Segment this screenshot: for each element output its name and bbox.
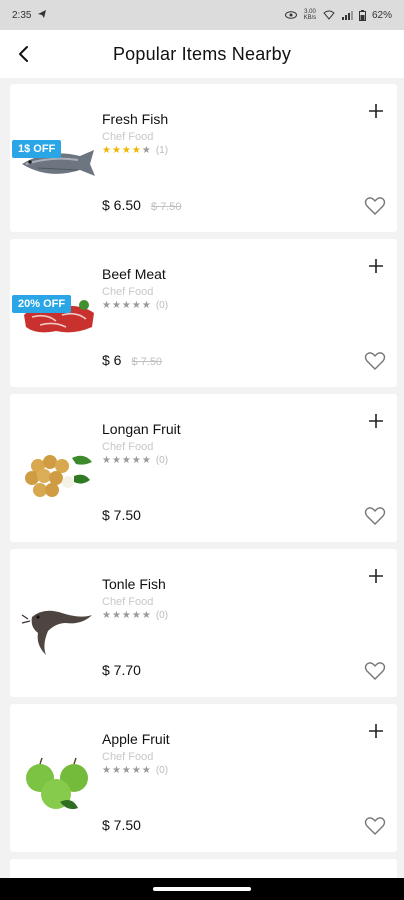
longan-image (18, 436, 98, 508)
status-time: 2:35 (12, 9, 32, 21)
rating-stars: ★★★★★ (102, 610, 152, 621)
heart-icon (364, 352, 386, 370)
heart-icon (364, 662, 386, 680)
old-price: $ 7.50 (131, 356, 163, 368)
app-header: Popular Items Nearby (0, 30, 404, 78)
price-row: $ 7.50 (102, 817, 141, 833)
product-card[interactable]: Tonle Fish Chef Food ★★★★★ (0) $ 7.70 (10, 549, 397, 697)
plus-icon (369, 414, 383, 428)
brand-name: Chef Food (102, 751, 154, 763)
page-title: Popular Items Nearby (112, 43, 292, 64)
signal-icon (341, 10, 353, 20)
add-to-cart-button[interactable] (365, 565, 387, 587)
add-to-cart-button[interactable] (365, 410, 387, 432)
rating: ★★★★★ (1) (102, 145, 168, 156)
heart-icon (364, 197, 386, 215)
brand-name: Chef Food (102, 441, 154, 453)
product-name[interactable]: Longan Fruit (102, 421, 181, 437)
rating-stars: ★★★★★ (102, 300, 152, 311)
system-navigation-bar (0, 878, 404, 900)
old-price: $ 7.50 (150, 201, 182, 213)
rating-stars: ★★★★★ (102, 455, 152, 466)
rating-count: (0) (155, 455, 169, 466)
eye-icon (284, 11, 297, 19)
price-row: $ 6 $ 7.50 (102, 352, 162, 368)
rating-count: (0) (155, 300, 169, 311)
battery-level: 62% (371, 9, 392, 21)
status-bar: 2:35 3.00 KB/s 62% (0, 0, 404, 30)
back-arrow-icon (19, 46, 28, 62)
product-card[interactable] (10, 859, 397, 878)
heart-icon (364, 507, 386, 525)
rating-stars: ★★★★★ (102, 765, 152, 776)
product-name[interactable]: Beef Meat (102, 266, 166, 282)
add-to-cart-button[interactable] (365, 100, 387, 122)
heart-icon (364, 817, 386, 835)
price: $ 7.50 (102, 507, 141, 523)
rating: ★★★★★ (0) (102, 300, 168, 311)
brand-name: Chef Food (102, 286, 154, 298)
product-name[interactable]: Tonle Fish (102, 576, 166, 592)
add-to-cart-button[interactable] (365, 255, 387, 277)
favorite-button[interactable] (363, 504, 387, 528)
favorite-button[interactable] (363, 349, 387, 373)
brand-name: Chef Food (102, 131, 154, 143)
rating: ★★★★★ (0) (102, 765, 168, 776)
favorite-button[interactable] (363, 814, 387, 838)
telegram-icon (37, 9, 47, 22)
plus-icon (369, 569, 383, 583)
plus-icon (369, 259, 383, 273)
beef-image (18, 281, 98, 353)
rating-count: (0) (155, 765, 169, 776)
battery-icon (358, 9, 366, 21)
price: $ 7.70 (102, 662, 141, 678)
back-button[interactable] (10, 40, 38, 68)
product-name[interactable]: Apple Fruit (102, 731, 170, 747)
product-card[interactable]: Apple Fruit Chef Food ★★★★★ (0) $ 7.50 (10, 704, 397, 852)
price: $ 6 (102, 352, 122, 368)
price-row: $ 7.50 (102, 507, 141, 523)
favorite-button[interactable] (363, 194, 387, 218)
price-row: $ 6.50 $ 7.50 (102, 197, 182, 213)
rating-count: (0) (155, 610, 169, 621)
add-to-cart-button[interactable] (365, 720, 387, 742)
price: $ 7.50 (102, 817, 141, 833)
favorite-button[interactable] (363, 659, 387, 683)
rating-stars: ★★★★★ (102, 145, 152, 156)
discount-badge: 1$ OFF (12, 140, 62, 158)
apple-image (18, 746, 98, 818)
discount-badge: 20% OFF (12, 295, 72, 313)
plus-icon (369, 724, 383, 738)
brand-name: Chef Food (102, 596, 154, 608)
product-card[interactable]: 1$ OFF Fresh Fish Chef Food ★★★★★ (1) $ … (10, 84, 397, 232)
product-card[interactable]: Longan Fruit Chef Food ★★★★★ (0) $ 7.50 (10, 394, 397, 542)
price: $ 6.50 (102, 197, 141, 213)
catfish-image (18, 591, 98, 663)
product-list[interactable]: 1$ OFF Fresh Fish Chef Food ★★★★★ (1) $ … (0, 78, 404, 878)
fish-image (18, 126, 98, 198)
rating: ★★★★★ (0) (102, 455, 168, 466)
product-name[interactable]: Fresh Fish (102, 111, 168, 127)
rating: ★★★★★ (0) (102, 610, 168, 621)
wifi-icon (323, 10, 335, 20)
price-row: $ 7.70 (102, 662, 141, 678)
home-gesture-handle[interactable] (153, 887, 251, 891)
net-speed: 3.00 KB/s (303, 9, 317, 21)
product-card[interactable]: 20% OFF Beef Meat Chef Food ★★★★★ (0) $ … (10, 239, 397, 387)
plus-icon (369, 104, 383, 118)
rating-count: (1) (155, 145, 169, 156)
